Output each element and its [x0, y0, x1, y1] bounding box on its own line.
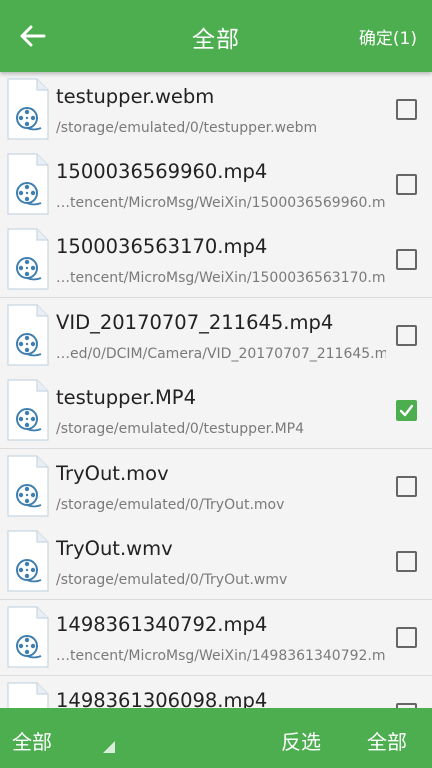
file-name: TryOut.mov — [56, 462, 169, 485]
file-checkbox[interactable] — [396, 627, 417, 648]
file-checkbox[interactable] — [396, 249, 417, 270]
file-name: 1500036569960.mp4 — [56, 160, 268, 183]
video-file-icon — [7, 530, 49, 592]
invert-selection-button[interactable]: 反选 — [281, 726, 321, 755]
file-name: VID_20170707_211645.mp4 — [56, 311, 334, 334]
checkmark-icon — [399, 404, 414, 417]
file-checkbox[interactable] — [396, 551, 417, 572]
file-path: …ed/0/DCIM/Camera/VID_20170707_211645.mp… — [56, 346, 386, 362]
file-name: testupper.webm — [56, 85, 215, 108]
file-row[interactable]: VID_20170707_211645.mp4 …ed/0/DCIM/Camer… — [0, 298, 432, 374]
file-checkbox[interactable] — [396, 476, 417, 497]
file-path: /storage/emulated/0/testupper.MP4 — [56, 421, 305, 437]
select-all-button[interactable]: 全部 — [367, 726, 407, 755]
file-path: /storage/emulated/0/TryOut.wmv — [56, 572, 288, 588]
file-row[interactable]: 1498361340792.mp4 …tencent/MicroMsg/WeiX… — [0, 600, 432, 676]
file-name: 1500036563170.mp4 — [56, 235, 268, 258]
video-file-icon — [7, 682, 49, 708]
video-file-icon — [7, 455, 49, 517]
confirm-button[interactable]: 确定(1) — [359, 24, 417, 49]
file-row[interactable]: 1500036569960.mp4 …tencent/MicroMsg/WeiX… — [0, 147, 432, 223]
file-path: /storage/emulated/0/TryOut.mov — [56, 497, 285, 513]
video-file-icon — [7, 78, 49, 140]
file-picker-screen: 全部 确定(1) testupper.webm /storage/emulate… — [0, 0, 432, 768]
file-path: …tencent/MicroMsg/WeiXin/1498361340792.m… — [56, 648, 386, 664]
file-name: 1498361306098.mp4 — [56, 689, 268, 708]
video-file-icon — [7, 304, 49, 366]
filter-dropdown[interactable]: 全部 — [12, 726, 52, 755]
file-list[interactable]: testupper.webm /storage/emulated/0/testu… — [0, 72, 432, 708]
file-checkbox[interactable] — [396, 174, 417, 195]
file-row[interactable]: TryOut.mov /storage/emulated/0/TryOut.mo… — [0, 449, 432, 525]
video-file-icon — [7, 379, 49, 441]
file-row[interactable]: TryOut.wmv /storage/emulated/0/TryOut.wm… — [0, 524, 432, 600]
file-name: 1498361340792.mp4 — [56, 613, 268, 636]
file-checkbox[interactable] — [396, 400, 417, 421]
top-app-bar: 全部 确定(1) — [0, 0, 432, 72]
file-row[interactable]: 1498361306098.mp4 — [0, 676, 432, 708]
file-row[interactable]: testupper.webm /storage/emulated/0/testu… — [0, 72, 432, 148]
video-file-icon — [7, 153, 49, 215]
file-path: …tencent/MicroMsg/WeiXin/1500036563170.m… — [56, 270, 386, 286]
file-row[interactable]: testupper.MP4 /storage/emulated/0/testup… — [0, 373, 432, 449]
video-file-icon — [7, 228, 49, 290]
file-path: …tencent/MicroMsg/WeiXin/1500036569960.m… — [56, 195, 386, 211]
dropdown-triangle-icon — [103, 741, 115, 753]
file-name: TryOut.wmv — [56, 537, 173, 560]
file-row[interactable]: 1500036563170.mp4 …tencent/MicroMsg/WeiX… — [0, 222, 432, 298]
file-checkbox[interactable] — [396, 99, 417, 120]
bottom-action-bar: 全部 反选 全部 — [0, 708, 432, 768]
video-file-icon — [7, 606, 49, 668]
file-path: /storage/emulated/0/testupper.webm — [56, 120, 318, 136]
file-name: testupper.MP4 — [56, 386, 196, 409]
file-checkbox[interactable] — [396, 325, 417, 346]
